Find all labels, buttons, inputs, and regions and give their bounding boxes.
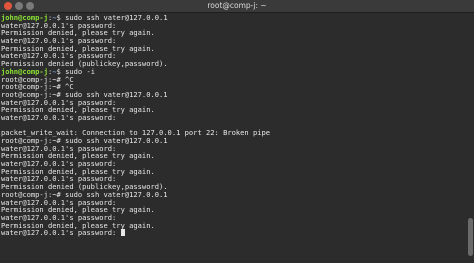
terminal-window: root@comp-j: ~ john@comp-j:~$ sudo ssh v… [0, 0, 474, 263]
output-text: water@127.0.0.1's password: [1, 112, 117, 122]
window-title: root@comp-j: ~ [207, 1, 267, 10]
terminal-line: water@127.0.0.1's password: [1, 114, 466, 122]
output-text: water@127.0.0.1's password: [1, 228, 121, 238]
terminal-line: water@127.0.0.1's password: [1, 229, 466, 237]
title-bar: root@comp-j: ~ [0, 0, 474, 13]
text-cursor [120, 229, 125, 237]
scrollbar-thumb[interactable] [468, 218, 473, 256]
terminal-output[interactable]: john@comp-j:~$ sudo ssh vater@127.0.0.1 w… [0, 13, 466, 263]
